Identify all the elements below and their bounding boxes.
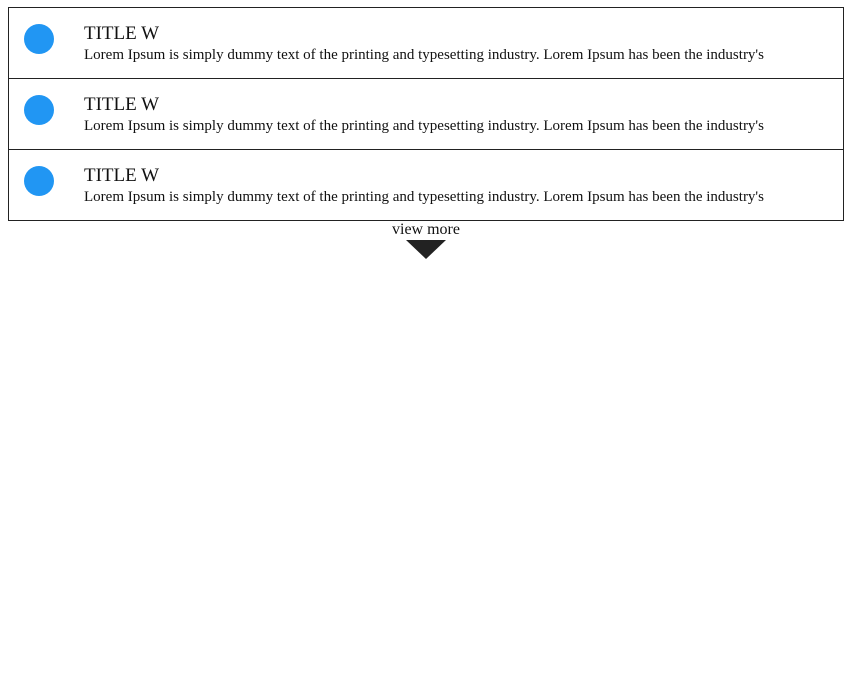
item-title: TITLE W: [84, 165, 160, 186]
item-list: TITLE W Lorem Ipsum is simply dummy text…: [8, 7, 844, 221]
list-item[interactable]: TITLE W Lorem Ipsum is simply dummy text…: [9, 8, 843, 79]
item-title: TITLE W: [84, 23, 160, 44]
caret-down-icon[interactable]: [406, 240, 446, 259]
view-more-button[interactable]: view more: [0, 221, 849, 259]
blue-circle-icon: [24, 95, 54, 125]
item-title: TITLE W: [84, 94, 160, 115]
list-item[interactable]: TITLE W Lorem Ipsum is simply dummy text…: [9, 150, 843, 220]
blue-circle-icon: [24, 166, 54, 196]
list-item[interactable]: TITLE W Lorem Ipsum is simply dummy text…: [9, 79, 843, 150]
item-description: Lorem Ipsum is simply dummy text of the …: [84, 47, 764, 63]
item-description: Lorem Ipsum is simply dummy text of the …: [84, 189, 764, 205]
view-more-label: view more: [392, 221, 460, 238]
blue-circle-icon: [24, 24, 54, 54]
item-description: Lorem Ipsum is simply dummy text of the …: [84, 118, 764, 134]
